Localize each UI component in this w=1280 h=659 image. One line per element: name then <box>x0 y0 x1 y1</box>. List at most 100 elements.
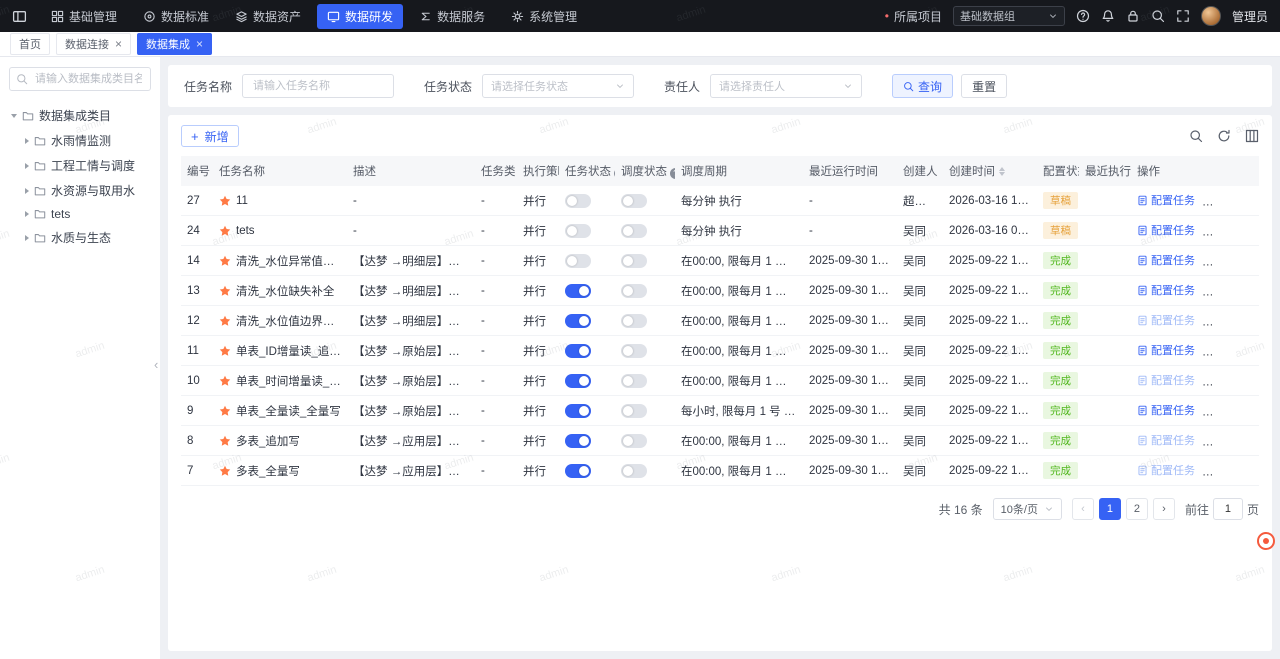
nav-item-data-service[interactable]: 数据服务 <box>409 4 495 29</box>
task-status-toggle[interactable] <box>565 254 591 268</box>
column-header: 最近运行时间 <box>803 156 897 186</box>
tab-bar: 首页数据连接× 数据集成× <box>0 32 1280 57</box>
task-status-toggle[interactable] <box>565 314 591 328</box>
schedule-status-toggle[interactable] <box>621 314 647 328</box>
close-icon[interactable]: × <box>196 38 203 50</box>
owner-select[interactable]: 请选择责任人 <box>710 74 862 98</box>
config-icon <box>1137 435 1148 446</box>
nav-item-base-mgmt[interactable]: 基础管理 <box>41 4 127 29</box>
config-task-link[interactable]: 配置任务 <box>1137 372 1195 388</box>
tree-node[interactable]: tets <box>9 203 151 225</box>
project-select[interactable]: 基础数据组 <box>953 6 1065 26</box>
schedule-status-toggle[interactable] <box>621 344 647 358</box>
page-button-2[interactable]: 2 <box>1126 498 1148 520</box>
config-task-link[interactable]: 配置任务 <box>1137 282 1195 298</box>
schedule-status-toggle[interactable] <box>621 284 647 298</box>
more-link[interactable]: 更多 <box>1245 432 1259 448</box>
chevron-down-icon <box>1044 504 1054 514</box>
reset-button[interactable]: 重置 <box>961 74 1007 98</box>
nav-item-data-dev[interactable]: 数据研发 <box>317 4 403 29</box>
more-link[interactable]: 更多 <box>1245 192 1259 208</box>
add-task-button[interactable]: 新增 <box>181 125 239 147</box>
query-button[interactable]: 查询 <box>892 74 953 98</box>
fullscreen-icon[interactable] <box>1176 9 1190 23</box>
avatar[interactable] <box>1201 6 1221 26</box>
schedule-status-toggle[interactable] <box>621 434 647 448</box>
nav-item-system-mgmt[interactable]: 系统管理 <box>501 4 587 29</box>
help-icon[interactable] <box>1076 9 1090 23</box>
more-link[interactable]: 更多 <box>1245 342 1259 358</box>
schedule-status-toggle[interactable] <box>621 404 647 418</box>
more-link[interactable]: 更多 <box>1245 312 1259 328</box>
table-refresh-icon[interactable] <box>1217 129 1231 143</box>
more-link[interactable]: 更多 <box>1245 372 1259 388</box>
schedule-status-toggle[interactable] <box>621 194 647 208</box>
tab-data-integration[interactable]: 数据集成× <box>137 33 212 55</box>
search-icon <box>16 73 28 85</box>
task-name-input[interactable] <box>251 79 385 93</box>
column-header: 任务名称 <box>213 156 347 186</box>
task-status-toggle[interactable] <box>565 194 591 208</box>
column-settings-icon[interactable] <box>1245 129 1259 143</box>
tree-node[interactable]: 水雨情监测 <box>9 128 151 153</box>
task-status-toggle[interactable] <box>565 284 591 298</box>
config-task-link[interactable]: 配置任务 <box>1137 222 1195 238</box>
task-status-toggle[interactable] <box>565 464 591 478</box>
config-task-link[interactable]: 配置任务 <box>1137 432 1195 448</box>
task-status-toggle[interactable] <box>565 344 591 358</box>
table-row: 12清洗_水位值边界调整【达梦 →明细层】水位值边界...-并行在00:00, … <box>181 306 1259 336</box>
next-page-button[interactable]: › <box>1153 498 1175 520</box>
schedule-status-toggle[interactable] <box>621 374 647 388</box>
goto-page-input[interactable] <box>1213 498 1243 520</box>
close-icon[interactable]: × <box>115 38 122 50</box>
task-status-toggle[interactable] <box>565 374 591 388</box>
more-link[interactable]: 更多 <box>1245 282 1259 298</box>
task-status-toggle[interactable] <box>565 224 591 238</box>
sidebar-toggle-icon[interactable] <box>12 9 27 24</box>
lock-icon[interactable] <box>1126 9 1140 23</box>
task-status-toggle[interactable] <box>565 404 591 418</box>
prev-page-button[interactable]: ‹ <box>1072 498 1094 520</box>
tab-data-connection[interactable]: 数据连接× <box>56 33 131 55</box>
tree-node[interactable]: 工程工情与调度 <box>9 153 151 178</box>
column-header: 操作 <box>1131 156 1259 186</box>
floating-help-button[interactable] <box>1257 532 1275 550</box>
schedule-status-toggle[interactable] <box>621 254 647 268</box>
tab-label: 首页 <box>19 36 41 52</box>
sort-icon[interactable] <box>999 167 1005 176</box>
page-size-select[interactable]: 10条/页 <box>993 498 1062 520</box>
more-link[interactable]: 更多 <box>1245 462 1259 478</box>
config-task-link[interactable]: 配置任务 <box>1137 252 1195 268</box>
config-task-link[interactable]: 配置任务 <box>1137 192 1195 208</box>
schedule-status-toggle[interactable] <box>621 224 647 238</box>
more-link[interactable]: 更多 <box>1245 402 1259 418</box>
notification-icon[interactable] <box>1101 9 1115 23</box>
nav-item-data-standard[interactable]: 数据标准 <box>133 4 219 29</box>
category-search-input[interactable] <box>33 72 144 86</box>
column-header[interactable]: 创建时间 <box>943 156 1037 186</box>
schedule-status-toggle[interactable] <box>621 464 647 478</box>
tab-home[interactable]: 首页 <box>10 33 50 55</box>
task-status-toggle[interactable] <box>565 434 591 448</box>
more-link[interactable]: 更多 <box>1245 222 1259 238</box>
sidebar-collapse-handle[interactable]: ‹ <box>154 357 158 372</box>
info-icon[interactable]: ? <box>670 168 675 179</box>
config-task-link[interactable]: 配置任务 <box>1137 312 1195 328</box>
tree-node[interactable]: 水质与生态 <box>9 225 151 250</box>
tree-root-node[interactable]: 数据集成类目 <box>9 103 151 128</box>
config-task-link[interactable]: 配置任务 <box>1137 402 1195 418</box>
tree-node[interactable]: 水资源与取用水 <box>9 178 151 203</box>
config-icon <box>1137 225 1148 236</box>
tree-node-label: 水质与生态 <box>51 229 111 246</box>
more-link[interactable]: 更多 <box>1245 252 1259 268</box>
info-icon[interactable]: ? <box>614 168 615 179</box>
task-status-select[interactable]: 请选择任务状态 <box>482 74 634 98</box>
layers-icon <box>235 10 248 23</box>
search-icon[interactable] <box>1151 9 1165 23</box>
caret-right-icon <box>25 211 29 217</box>
nav-item-data-asset[interactable]: 数据资产 <box>225 4 311 29</box>
config-task-link[interactable]: 配置任务 <box>1137 342 1195 358</box>
config-task-link[interactable]: 配置任务 <box>1137 462 1195 478</box>
table-search-icon[interactable] <box>1189 129 1203 143</box>
page-button-1[interactable]: 1 <box>1099 498 1121 520</box>
